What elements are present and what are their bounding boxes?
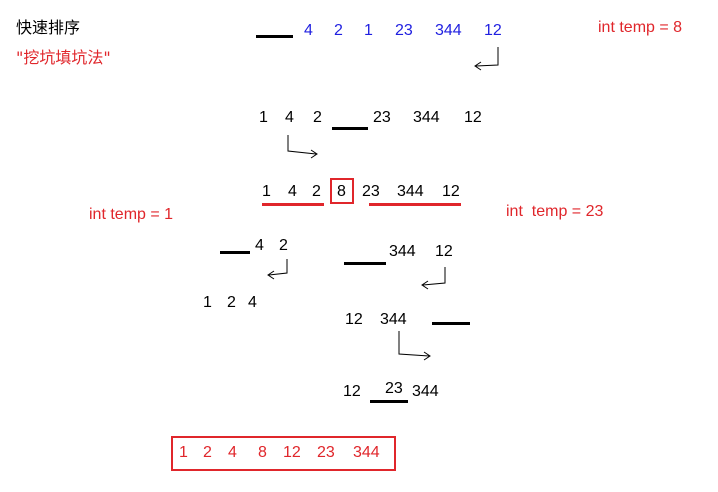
array-value: 12 xyxy=(464,109,482,126)
move-arrow xyxy=(421,267,446,290)
array-value: 1 xyxy=(259,109,268,126)
temp-label-top: int temp = 8 xyxy=(598,19,683,36)
array-value: 12 xyxy=(484,22,502,39)
pit-marker xyxy=(256,35,293,38)
pit-marker xyxy=(332,127,368,130)
array-value: 23 xyxy=(362,183,380,200)
array-value: 4 xyxy=(255,237,264,254)
array-value: 4 xyxy=(285,109,294,126)
final-value: 12 xyxy=(283,444,301,461)
array-value: 12 xyxy=(343,383,361,400)
array-value: 344 xyxy=(435,22,462,39)
pit-marker xyxy=(344,262,386,265)
array-value: 12 xyxy=(345,311,363,328)
array-value: 2 xyxy=(334,22,343,39)
array-value: 23 xyxy=(373,109,391,126)
array-value: 4 xyxy=(304,22,313,39)
array-value: 23 xyxy=(385,380,403,397)
right-partition-underline xyxy=(369,203,461,206)
array-value: 344 xyxy=(413,109,440,126)
move-arrow xyxy=(267,259,288,280)
array-value: 12 xyxy=(442,183,460,200)
array-value: 344 xyxy=(389,243,416,260)
final-value: 8 xyxy=(258,444,267,461)
array-value: 1 xyxy=(364,22,373,39)
move-arrow xyxy=(287,135,318,159)
array-value: 2 xyxy=(313,109,322,126)
move-arrow xyxy=(474,47,499,71)
array-value: 2 xyxy=(227,294,236,311)
array-value: 2 xyxy=(279,237,288,254)
pit-marker xyxy=(432,322,470,325)
final-value: 2 xyxy=(203,444,212,461)
pit-marker xyxy=(370,400,408,403)
array-value: 1 xyxy=(262,183,271,200)
final-value: 23 xyxy=(317,444,335,461)
move-arrow xyxy=(398,331,431,361)
pivot-value: 8 xyxy=(337,183,346,200)
final-value: 1 xyxy=(179,444,188,461)
final-value: 344 xyxy=(353,444,380,461)
array-value: 23 xyxy=(395,22,413,39)
array-value: 1 xyxy=(203,294,212,311)
array-value: 344 xyxy=(380,311,407,328)
temp-label-left: int temp = 1 xyxy=(89,206,174,223)
temp-label-right: int temp = 23 xyxy=(506,203,604,220)
array-value: 344 xyxy=(412,383,439,400)
array-value: 2 xyxy=(312,183,321,200)
page-title: 快速排序 xyxy=(16,18,81,37)
array-value: 344 xyxy=(397,183,424,200)
left-partition-underline xyxy=(262,203,324,206)
page-subtitle: "挖坑填坑法" xyxy=(16,48,111,67)
array-value: 12 xyxy=(435,243,453,260)
array-value: 4 xyxy=(288,183,297,200)
final-value: 4 xyxy=(228,444,237,461)
array-value: 4 xyxy=(248,294,257,311)
pit-marker xyxy=(220,251,250,254)
